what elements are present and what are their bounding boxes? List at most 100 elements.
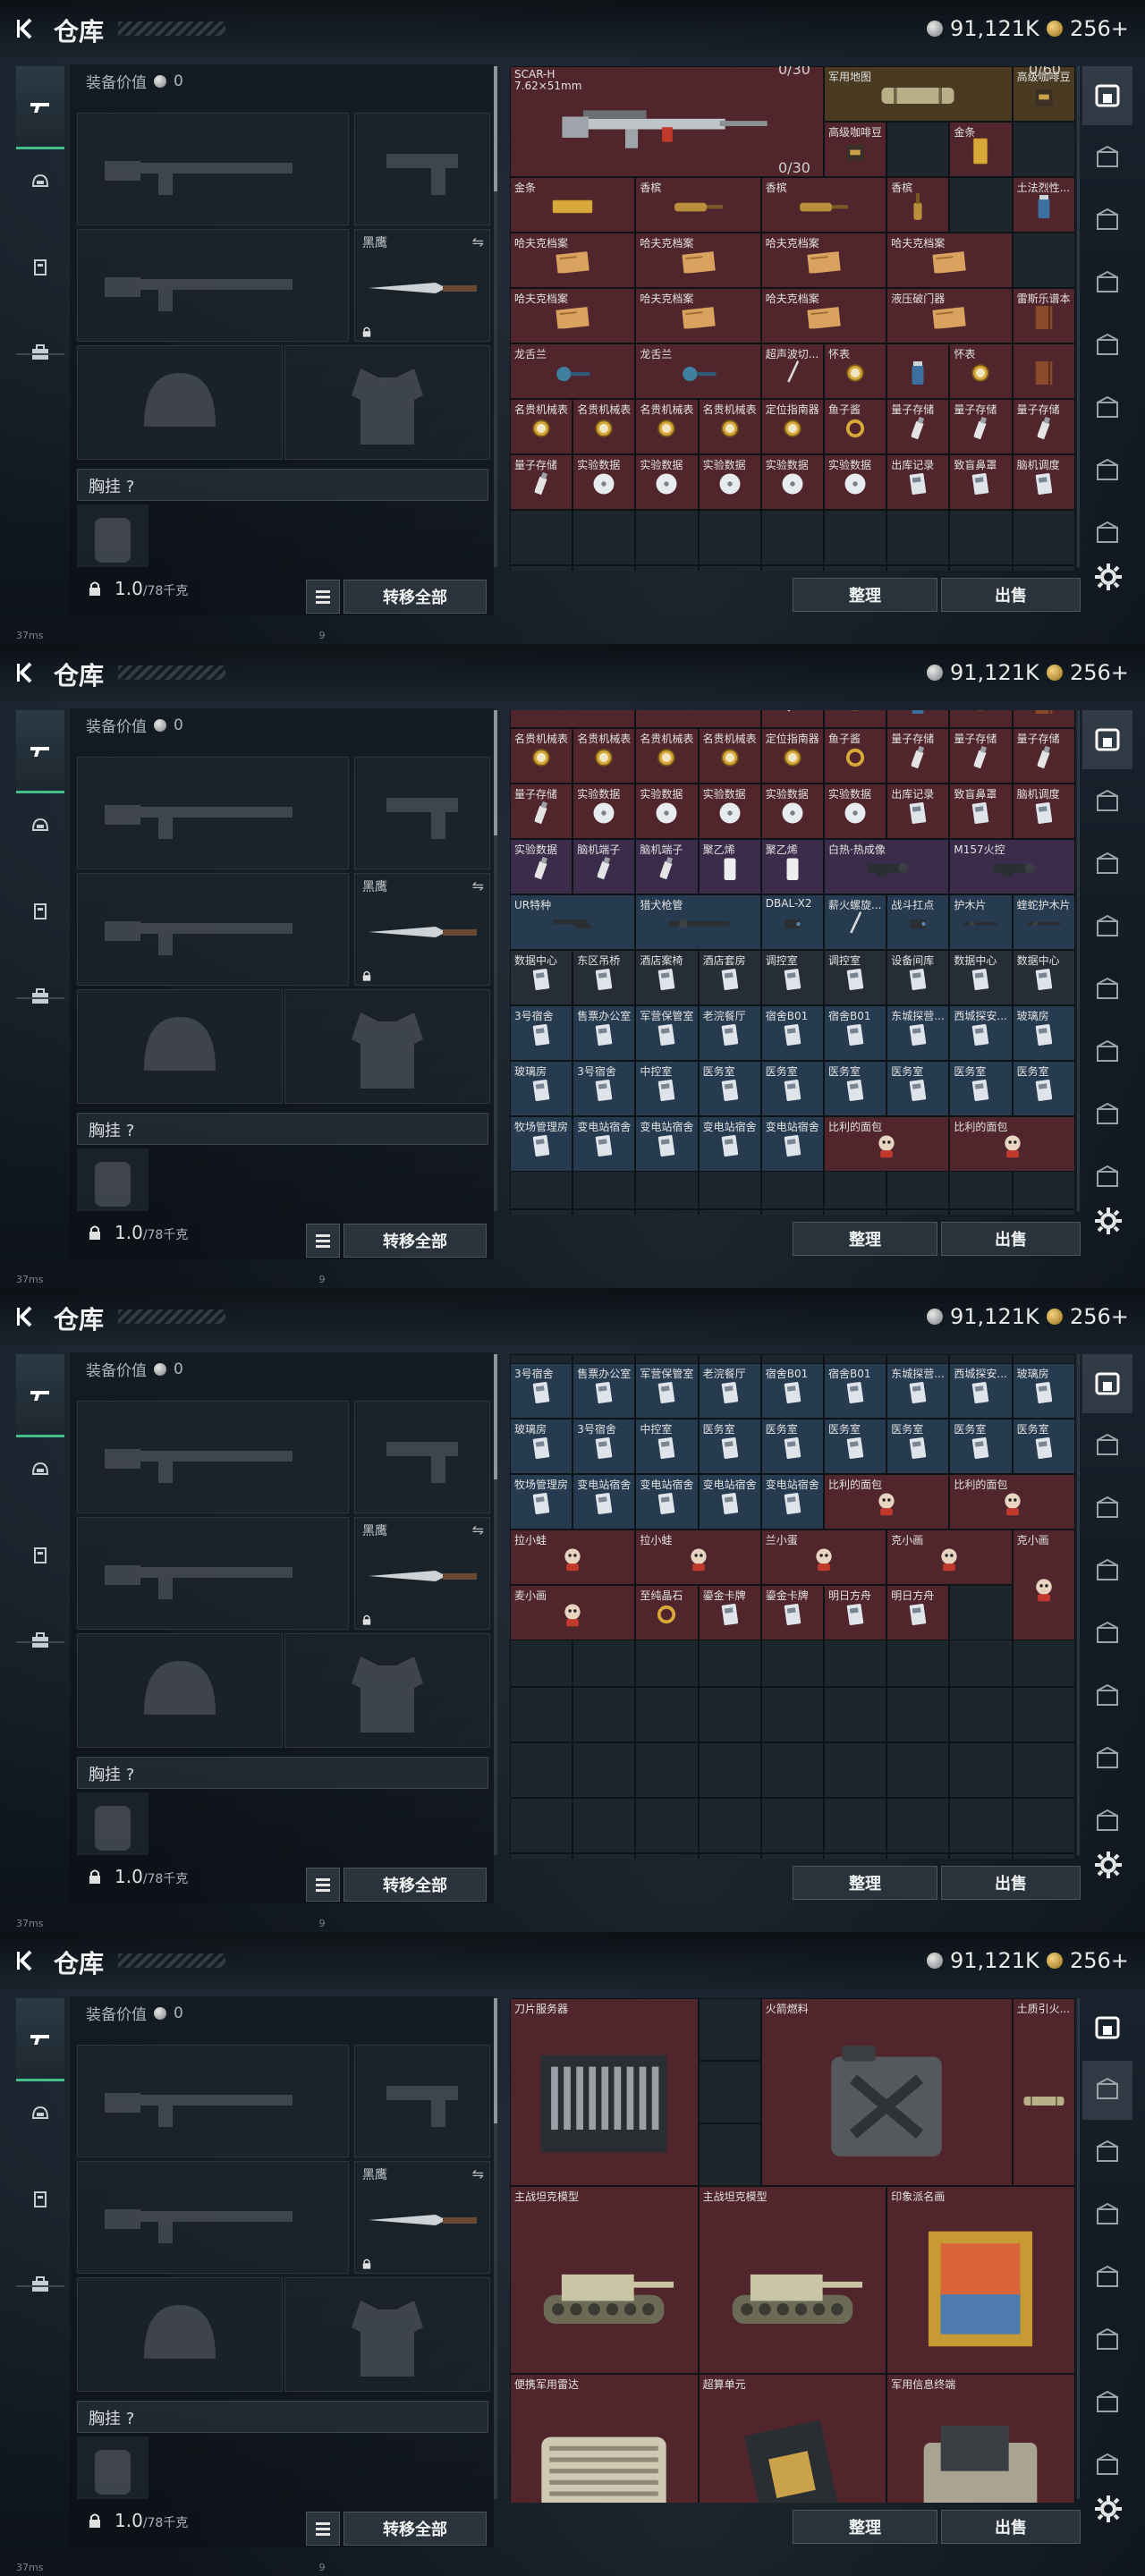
helmet-slot[interactable] [77,345,283,460]
storage-box-tab-icon[interactable] [1082,2436,1132,2496]
stash-item[interactable]: 变电站宿舍 [572,1116,636,1172]
armor-slot[interactable] [284,345,490,460]
tab-backpack-icon[interactable] [16,970,64,1023]
stash-item[interactable]: 医务室 [949,1419,1013,1474]
stash-item[interactable]: 玻璃房 [1012,1005,1075,1061]
stash-item[interactable]: 售票办公室 [572,1005,636,1061]
empty-cell[interactable] [635,1687,699,1742]
stash-item[interactable]: 军营保管室 [635,1363,699,1419]
storage-box-tab-icon[interactable] [1082,379,1132,438]
empty-cell[interactable] [698,1853,761,1859]
storage-box-tab-icon[interactable] [1082,1479,1132,1538]
empty-cell[interactable] [510,510,573,565]
stash-item[interactable]: 麦小画 [510,1585,636,1640]
empty-cell[interactable] [886,1853,950,1859]
tab-weapon-icon[interactable] [16,1354,64,1437]
stash-item[interactable]: 明日方舟 [886,1585,950,1640]
storage-box-tab-icon[interactable] [1082,2061,1132,2120]
stash-item[interactable]: 量子存储 [886,728,950,784]
list-view-button[interactable] [306,1868,340,1902]
empty-cell[interactable] [824,1742,887,1798]
stash-item[interactable]: 医务室 [824,1419,887,1474]
empty-cell[interactable] [760,1798,824,1853]
empty-cell[interactable] [698,1209,761,1215]
stash-item[interactable]: 老浣餐厅 [698,1363,761,1419]
stash-item[interactable]: 实验数据 [635,784,699,839]
stash-item[interactable]: 量子存储 [949,399,1013,454]
storage-box-tab-icon[interactable] [1082,191,1132,250]
chest-rig-help-icon[interactable]: ? [126,1766,135,1784]
stash-item[interactable]: 医务室 [886,1061,950,1116]
stash-item[interactable]: 战斗扛点 [886,894,950,950]
empty-cell[interactable] [1012,1742,1075,1798]
stash-item[interactable]: 白热·热成像 [824,839,950,894]
chest-rig-help-icon[interactable]: ? [126,1122,135,1140]
stash-scrollbar[interactable] [1077,1998,1080,2499]
stash-item[interactable]: 土质引火... [1012,1998,1075,2186]
empty-cell[interactable] [510,1687,573,1742]
stash-item[interactable]: 金条 [510,177,636,233]
melee-slot[interactable]: 黑鹰 ⇋ [354,1517,490,1630]
stash-item[interactable]: 克小画 [1012,1530,1075,1640]
stash-item[interactable]: 哈夫克档案 [635,288,761,343]
secondary-weapon-slot[interactable] [77,229,349,342]
empty-cell[interactable] [824,1853,887,1859]
empty-cell[interactable] [949,1742,1013,1798]
stash-scrollbar[interactable] [1077,66,1080,567]
stash-tab-icon[interactable] [1082,66,1132,125]
back-icon[interactable] [14,660,39,685]
empty-cell[interactable] [510,1853,573,1859]
empty-cell[interactable] [698,1687,761,1742]
stash-item[interactable]: 火箭燃料 [760,1998,1013,2186]
stash-item[interactable]: 实验数据 [824,454,887,510]
sell-button[interactable]: 出售 [941,2510,1081,2544]
stash-tab-icon[interactable] [1082,710,1132,769]
chest-rig-help-icon[interactable]: ? [126,478,135,496]
pistol-slot[interactable] [354,757,490,869]
empty-cell[interactable] [886,1209,950,1215]
list-view-button[interactable] [306,580,340,614]
stash-item[interactable]: 聚乙烯 [698,839,761,894]
empty-cell[interactable] [949,1853,1013,1859]
stash-item[interactable]: 量子存储 [1012,728,1075,784]
stash-item[interactable]: 致盲鼻罩 [949,454,1013,510]
silver-currency[interactable]: 91,121K [927,1304,1039,1329]
stash-item[interactable]: 鱼子酱 [824,728,887,784]
stash-item[interactable]: 变电站宿舍 [698,1474,761,1530]
stash-item[interactable]: 脑机调度 [1012,784,1075,839]
stash-item[interactable]: M157火控 [949,839,1075,894]
stash-item[interactable]: 医务室 [1012,1419,1075,1474]
chest-rig-help-icon[interactable]: ? [126,2410,135,2428]
stash-tab-icon[interactable] [1082,1354,1132,1413]
stash-item[interactable]: 香槟 [760,177,887,233]
back-icon[interactable] [14,16,39,41]
stash-item[interactable]: 猎犬枪管 [635,894,761,950]
chest-rig-slot[interactable]: 胸挂 ? [77,469,488,501]
empty-cell[interactable] [698,510,761,565]
tab-helmet-icon[interactable] [16,2088,64,2141]
stash-item[interactable]: 酒店套房 [698,950,761,1005]
stash-item[interactable]: 售票办公室 [572,1363,636,1419]
tab-weapon-icon[interactable] [16,1998,64,2081]
stash-item[interactable]: 实验数据 [635,454,699,510]
organize-button[interactable]: 整理 [793,1866,937,1900]
storage-box-tab-icon[interactable] [1082,2249,1132,2308]
empty-cell[interactable] [635,1209,699,1215]
stash-item[interactable] [510,710,636,728]
settings-icon[interactable] [1093,2494,1124,2524]
list-view-button[interactable] [306,1224,340,1258]
stash-item[interactable] [1012,343,1075,399]
secondary-weapon-slot[interactable] [77,2161,349,2274]
stash-tab-icon[interactable] [1082,1998,1132,2057]
stash-item[interactable]: 设备间库 [886,950,950,1005]
equipment-scrollbar[interactable] [494,1998,497,2499]
sell-button[interactable]: 出售 [941,578,1081,612]
organize-button[interactable]: 整理 [793,1222,937,1256]
empty-cell[interactable] [949,1687,1013,1742]
stash-item[interactable]: 老浣餐厅 [698,1005,761,1061]
stash-item[interactable]: 东城探营... [886,1005,950,1061]
empty-cell[interactable] [1012,1687,1075,1742]
empty-cell[interactable] [510,1798,573,1853]
backpack-slot[interactable] [77,1792,148,1855]
transfer-all-button[interactable]: 转移全部 [344,1224,487,1258]
